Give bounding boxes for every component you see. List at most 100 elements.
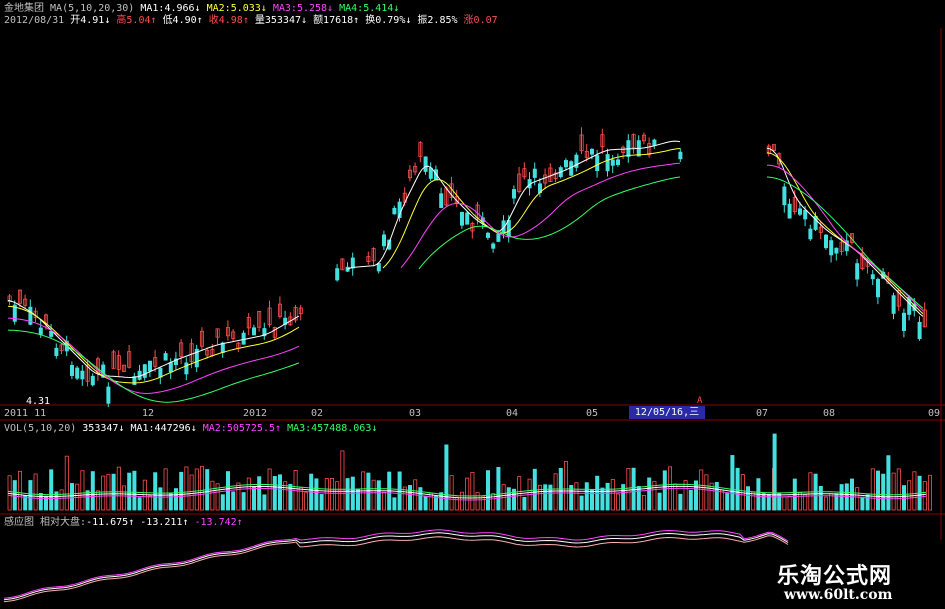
candle-body bbox=[902, 312, 907, 331]
volume-bar bbox=[449, 475, 454, 511]
candle-body bbox=[80, 370, 85, 380]
candle-body bbox=[38, 327, 43, 335]
volume-bar bbox=[881, 473, 886, 511]
ma-params: MA(5,10,20,30) bbox=[50, 3, 135, 14]
candle-body bbox=[70, 365, 75, 376]
x-label-07: 07 bbox=[756, 408, 769, 419]
volume-label: VOL(5,10,20) bbox=[4, 423, 77, 434]
volume-ma1-arrow: ↓ bbox=[190, 423, 197, 434]
volume-bar bbox=[147, 495, 152, 511]
volume-bar bbox=[772, 433, 777, 511]
volume-bar bbox=[699, 469, 704, 511]
candle-body bbox=[605, 154, 610, 172]
watermark-text: 乐淘公式网 bbox=[777, 564, 893, 589]
volume-bar bbox=[246, 477, 251, 511]
volume-bar bbox=[428, 492, 433, 511]
volume-bar bbox=[101, 475, 106, 511]
volume-bar bbox=[314, 478, 319, 511]
volume-bar bbox=[673, 483, 678, 511]
candle-body bbox=[834, 247, 839, 254]
volume-bar bbox=[824, 496, 829, 511]
volume-ma1: MA1:447296 bbox=[130, 423, 191, 434]
volume-bar bbox=[340, 450, 345, 511]
volume-bar bbox=[366, 472, 371, 511]
volume-bar bbox=[818, 486, 823, 511]
candle-body bbox=[220, 342, 225, 353]
ma2-arrow: ↓ bbox=[260, 3, 267, 14]
volume-bar bbox=[324, 478, 329, 511]
quote-amplitude: 振2.85% bbox=[417, 15, 458, 26]
candle-body bbox=[803, 209, 808, 220]
candle-body bbox=[49, 330, 54, 337]
candle-body bbox=[168, 362, 173, 373]
ma3-value: MA3:5.258 bbox=[272, 3, 328, 14]
volume-bar bbox=[241, 492, 246, 511]
volume-bar bbox=[610, 479, 615, 511]
volume-bar bbox=[688, 489, 693, 511]
candle-body bbox=[532, 168, 537, 178]
volume-bar bbox=[277, 474, 282, 511]
indicator-v2: -13.211 bbox=[140, 517, 183, 528]
volume-bar bbox=[751, 491, 756, 511]
indicator-line-2 bbox=[3, 535, 789, 603]
candle-body bbox=[184, 362, 189, 375]
volume-bar bbox=[194, 468, 199, 511]
indicator-header: 感应图 相对大盘:-11.675↑ -13.211↑ -13.742↑ bbox=[4, 517, 243, 528]
candle-body bbox=[496, 233, 501, 242]
volume-bar bbox=[761, 493, 766, 511]
quote-volume: 量353347 bbox=[254, 15, 301, 26]
volume-bar bbox=[704, 474, 709, 511]
volume-value-arrow: ↓ bbox=[118, 423, 125, 434]
candle-body bbox=[163, 353, 168, 361]
volume-bar bbox=[636, 485, 641, 511]
volume-ma3: MA3:457488.063 bbox=[287, 423, 372, 434]
volume-bar bbox=[475, 492, 480, 511]
candle-body bbox=[891, 295, 896, 314]
volume-bar bbox=[543, 484, 548, 511]
quote-high-arrow: ↑ bbox=[150, 15, 157, 26]
volume-bar bbox=[912, 471, 917, 511]
volume-bar bbox=[262, 494, 267, 511]
volume-bar bbox=[28, 480, 33, 511]
volume-bar bbox=[381, 491, 386, 511]
volume-bar bbox=[491, 493, 496, 511]
indicator-v3: -13.742 bbox=[194, 517, 237, 528]
quote-high: 高5.04 bbox=[116, 15, 151, 26]
volume-bar bbox=[80, 470, 85, 511]
volume-bar bbox=[59, 489, 64, 511]
volume-bar bbox=[132, 470, 137, 511]
volume-bar bbox=[470, 471, 475, 511]
candle-body bbox=[491, 243, 496, 249]
volume-bar bbox=[231, 491, 236, 511]
volume-bar bbox=[189, 474, 194, 511]
volume-bar bbox=[49, 469, 54, 511]
volume-bar bbox=[886, 455, 891, 511]
candle-body bbox=[147, 360, 152, 372]
quote-close-arrow: ↑ bbox=[242, 15, 249, 26]
candle-body bbox=[423, 156, 428, 172]
volume-bar bbox=[376, 480, 381, 511]
volume-bar bbox=[257, 476, 262, 511]
candle-body bbox=[506, 220, 511, 238]
volume-bar bbox=[173, 488, 178, 511]
volume-bar bbox=[870, 468, 875, 511]
candle-body bbox=[335, 268, 340, 281]
volume-bar bbox=[657, 492, 662, 511]
volume-bar bbox=[553, 473, 558, 511]
volume-bar bbox=[798, 492, 803, 511]
candle-body bbox=[824, 234, 829, 249]
candle-body bbox=[428, 167, 433, 179]
header-line-1: 金地集团 MA(5,10,20,30) MA1:4.966↓ MA2:5.033… bbox=[4, 3, 399, 14]
volume-bar bbox=[787, 495, 792, 511]
volume-bar bbox=[199, 465, 204, 511]
volume-bar bbox=[267, 468, 272, 511]
volume-ma2-arrow: ↑ bbox=[275, 423, 282, 434]
volume-bar bbox=[158, 487, 163, 511]
volume-bar bbox=[626, 467, 631, 511]
ma2-value: MA2:5.033 bbox=[206, 3, 261, 14]
volume-header: VOL(5,10,20) 353347↓ MA1:447296↓ MA2:505… bbox=[4, 423, 377, 434]
volume-bar bbox=[444, 444, 449, 511]
volume-bar bbox=[184, 466, 189, 511]
volume-bar bbox=[485, 470, 490, 511]
x-label-2011-11: 2011 11 bbox=[4, 408, 47, 419]
